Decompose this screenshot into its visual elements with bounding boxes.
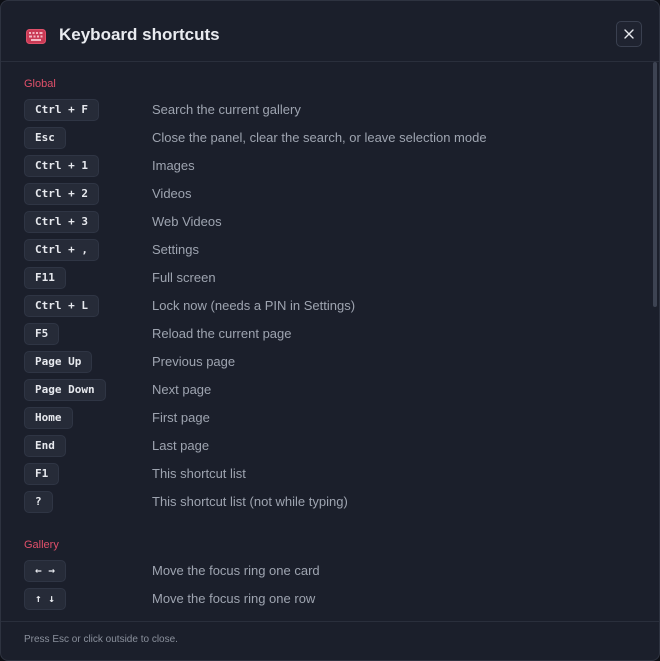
shortcut-description: Reload the current page	[152, 326, 292, 341]
key-badge: ?	[24, 491, 53, 513]
key-badge: Page Up	[24, 351, 93, 373]
shortcut-description: This shortcut list	[152, 466, 246, 481]
key-badge: F11	[24, 267, 66, 289]
shortcut-row: Ctrl + 1 Images	[24, 155, 634, 177]
footer-hint: Press Esc or click outside to close.	[24, 634, 178, 645]
key-badge: Home	[24, 407, 73, 429]
keyboard-icon	[26, 29, 46, 44]
key-badge: Ctrl + F	[24, 99, 99, 121]
key-badge: Esc	[24, 127, 66, 149]
key-badge: F1	[24, 463, 60, 485]
shortcut-row: Home First page	[24, 407, 634, 429]
shortcut-row: ← → Move the focus ring one card	[24, 560, 634, 582]
shortcut-row: F5 Reload the current page	[24, 323, 634, 345]
dialog-header: Keyboard shortcuts	[1, 1, 659, 62]
close-icon	[624, 29, 634, 39]
shortcut-description: Last page	[152, 438, 210, 453]
shortcut-description: First page	[152, 410, 210, 425]
shortcut-description: Videos	[152, 186, 192, 201]
close-button[interactable]	[616, 21, 642, 47]
shortcut-row: Ctrl + F Search the current gallery	[24, 99, 634, 121]
dialog-title: Keyboard shortcuts	[59, 25, 220, 44]
section-title-gallery: Gallery	[24, 539, 59, 551]
scrollbar[interactable]	[652, 62, 658, 621]
shortcut-description: This shortcut list (not while typing)	[152, 494, 348, 509]
shortcut-row: Ctrl + , Settings	[24, 239, 634, 261]
key-badge: Ctrl + ,	[24, 239, 99, 261]
dialog-footer: Press Esc or click outside to close.	[1, 621, 659, 660]
key-badge: Ctrl + 2	[24, 183, 99, 205]
key-badge: Ctrl + 3	[24, 211, 99, 233]
shortcut-row: ? This shortcut list (not while typing)	[24, 491, 634, 513]
key-badge: Page Down	[24, 379, 106, 401]
shortcut-row: Ctrl + 3 Web Videos	[24, 211, 634, 233]
shortcut-description: Previous page	[152, 354, 236, 369]
key-badge: ← →	[24, 560, 66, 582]
shortcut-row: Esc Close the panel, clear the search, o…	[24, 127, 634, 149]
shortcut-row: End Last page	[24, 435, 634, 457]
scrollbar-thumb[interactable]	[653, 62, 657, 307]
shortcut-row: Page Up Previous page	[24, 351, 634, 373]
shortcut-description: Lock now (needs a PIN in Settings)	[152, 298, 356, 313]
shortcut-description: Full screen	[152, 270, 216, 285]
shortcut-row: Page Down Next page	[24, 379, 634, 401]
key-badge: ↑ ↓	[24, 588, 66, 610]
shortcut-row: ↑ ↓ Move the focus ring one row	[24, 588, 634, 610]
shortcut-description: Next page	[152, 382, 212, 397]
shortcut-description: Move the focus ring one row	[152, 591, 316, 606]
section-title-global: Global	[24, 78, 56, 90]
shortcut-description: Move the focus ring one card	[152, 563, 320, 578]
key-badge: F5	[24, 323, 60, 345]
shortcut-row: F11 Full screen	[24, 267, 634, 289]
keyboard-shortcuts-dialog: Keyboard shortcuts Global Ctrl + F Searc…	[0, 0, 660, 661]
shortcut-description: Search the current gallery	[152, 102, 301, 117]
shortcut-description: Web Videos	[152, 214, 222, 229]
key-badge: Ctrl + 1	[24, 155, 99, 177]
shortcut-list[interactable]: Global Ctrl + F Search the current galle…	[1, 62, 659, 621]
shortcut-description: Close the panel, clear the search, or le…	[152, 130, 487, 145]
shortcut-row: Ctrl + L Lock now (needs a PIN in Settin…	[24, 295, 634, 317]
shortcut-row: Ctrl + 2 Videos	[24, 183, 634, 205]
key-badge: Ctrl + L	[24, 295, 99, 317]
shortcut-description: Settings	[152, 242, 199, 257]
shortcut-row: F1 This shortcut list	[24, 463, 634, 485]
key-badge: End	[24, 435, 66, 457]
shortcut-description: Images	[152, 158, 195, 173]
